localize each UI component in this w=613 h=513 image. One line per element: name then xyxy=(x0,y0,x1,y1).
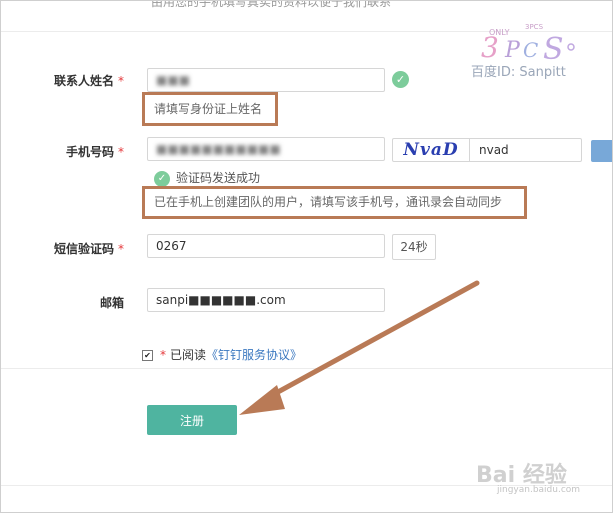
watermark-logo: ONLY 3PCS 3 P C S xyxy=(481,23,575,65)
svg-text:3: 3 xyxy=(481,31,499,64)
phone-label-text: 手机号码 xyxy=(65,145,114,159)
send-code-button[interactable] xyxy=(591,140,612,162)
registration-form-window: 由用您的手机填写真实的资料以便于我们联系 ONLY 3PCS 3 P C S 百… xyxy=(0,0,613,513)
required-mark: * xyxy=(118,242,124,256)
sms-sent-text: 验证码发送成功 xyxy=(176,171,261,185)
email-label-text: 邮箱 xyxy=(99,296,124,310)
service-agreement-link[interactable]: 《钉钉服务协议》 xyxy=(206,348,302,362)
success-check-icon: ✓ xyxy=(154,170,170,187)
phone-label: 手机号码 * xyxy=(66,143,124,160)
sms-label: 短信验证码 * xyxy=(54,240,124,257)
name-label-text: 联系人姓名 xyxy=(53,74,114,88)
name-hint-text: 请填写身份证上姓名 xyxy=(154,102,263,116)
sms-countdown[interactable]: 24秒 xyxy=(392,234,436,260)
svg-text:3PCS: 3PCS xyxy=(525,23,544,31)
captcha-image[interactable]: NvaD xyxy=(393,139,470,161)
email-label: 邮箱 xyxy=(100,294,124,311)
sms-label-text: 短信验证码 xyxy=(53,242,114,256)
required-mark: * xyxy=(118,145,124,159)
name-hint-box: 请填写身份证上姓名 xyxy=(142,92,278,126)
email-row: 邮箱 sanpi■■■■■■.com xyxy=(1,288,612,314)
required-mark: * xyxy=(160,348,166,362)
phone-hint-text: 已在手机上创建团队的用户，请填写该手机号，通讯录会自动同步 xyxy=(154,195,503,209)
phone-hint-box: 已在手机上创建团队的用户，请填写该手机号，通讯录会自动同步 xyxy=(142,186,527,219)
top-cut-text: 由用您的手机填写真实的资料以便于我们联系 xyxy=(151,0,392,9)
baidu-watermark-url: jingyan.baidu.com xyxy=(497,485,581,495)
phone-input[interactable]: ■■■■■■■■■■■ xyxy=(147,137,385,161)
agreement-row: ✔ * 已阅读《钉钉服务协议》 xyxy=(142,346,302,363)
agreement-prefix: 已阅读 xyxy=(170,348,207,362)
svg-text:C: C xyxy=(523,38,538,62)
sms-code-input[interactable]: 0267 xyxy=(147,234,385,258)
valid-check-icon: ✓ xyxy=(392,71,409,88)
svg-text:P: P xyxy=(504,38,521,63)
email-input[interactable]: sanpi■■■■■■.com xyxy=(147,288,385,312)
name-label: 联系人姓名 * xyxy=(54,72,124,89)
agreement-checkbox[interactable]: ✔ xyxy=(142,350,153,361)
sms-row: 短信验证码 * 0267 xyxy=(1,234,612,260)
captcha-input[interactable]: nvad xyxy=(479,139,509,161)
captcha-field: NvaD nvad xyxy=(392,138,582,162)
name-input[interactable]: ■■■ xyxy=(147,68,385,92)
register-button[interactable]: 注册 xyxy=(147,405,237,435)
required-mark: * xyxy=(118,74,124,88)
mid-divider xyxy=(1,368,612,369)
sms-sent-status: ✓ 验证码发送成功 xyxy=(154,169,260,187)
name-row: 联系人姓名 * ■■■ ✓ xyxy=(1,68,612,94)
